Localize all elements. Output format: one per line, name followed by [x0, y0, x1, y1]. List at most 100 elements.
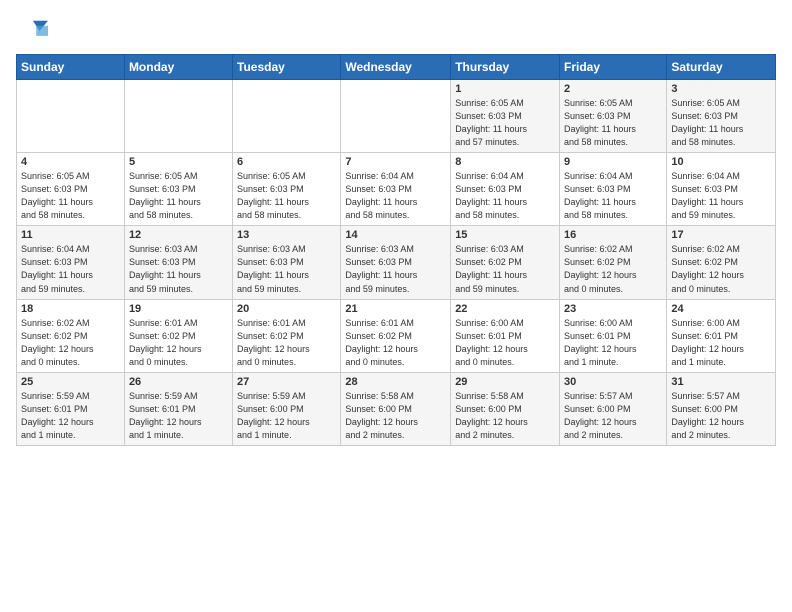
day-number: 15	[455, 229, 555, 241]
week-row-1: 1 Sunrise: 6:05 AM Sunset: 6:03 PM Daylig…	[17, 80, 776, 153]
week-row-3: 11 Sunrise: 6:04 AM Sunset: 6:03 PM Dayli…	[17, 226, 776, 299]
calendar-cell: 13 Sunrise: 6:03 AM Sunset: 6:03 PM Dayli…	[233, 226, 341, 299]
day-number: 21	[345, 303, 446, 315]
day-number: 4	[21, 156, 120, 168]
day-number: 19	[129, 303, 228, 315]
weekday-header-monday: Monday	[124, 55, 232, 80]
calendar-cell: 9 Sunrise: 6:04 AM Sunset: 6:03 PM Daylig…	[560, 153, 667, 226]
weekday-header-row: SundayMondayTuesdayWednesdayThursdayFrid…	[17, 55, 776, 80]
day-info: Sunrise: 5:59 AM Sunset: 6:01 PM Dayligh…	[129, 390, 228, 442]
day-number: 20	[237, 303, 336, 315]
day-info: Sunrise: 6:01 AM Sunset: 6:02 PM Dayligh…	[129, 317, 228, 369]
day-info: Sunrise: 6:05 AM Sunset: 6:03 PM Dayligh…	[21, 170, 120, 222]
day-info: Sunrise: 6:04 AM Sunset: 6:03 PM Dayligh…	[564, 170, 662, 222]
day-info: Sunrise: 6:05 AM Sunset: 6:03 PM Dayligh…	[671, 97, 771, 149]
day-number: 1	[455, 83, 555, 95]
calendar-cell: 29 Sunrise: 5:58 AM Sunset: 6:00 PM Dayli…	[451, 372, 560, 445]
day-number: 9	[564, 156, 662, 168]
calendar-table: SundayMondayTuesdayWednesdayThursdayFrid…	[16, 54, 776, 446]
day-info: Sunrise: 6:04 AM Sunset: 6:03 PM Dayligh…	[455, 170, 555, 222]
week-row-5: 25 Sunrise: 5:59 AM Sunset: 6:01 PM Dayli…	[17, 372, 776, 445]
day-info: Sunrise: 6:03 AM Sunset: 6:03 PM Dayligh…	[237, 243, 336, 295]
calendar-cell: 6Sunrise: 6:05 AM Sunset: 6:03 PM Daylig…	[233, 153, 341, 226]
day-info: Sunrise: 6:05 AM Sunset: 6:03 PM Dayligh…	[455, 97, 555, 149]
logo	[16, 16, 52, 44]
page: SundayMondayTuesdayWednesdayThursdayFrid…	[0, 0, 792, 612]
calendar-cell: 1 Sunrise: 6:05 AM Sunset: 6:03 PM Daylig…	[451, 80, 560, 153]
weekday-header-thursday: Thursday	[451, 55, 560, 80]
logo-icon	[16, 16, 48, 44]
day-info: Sunrise: 6:03 AM Sunset: 6:03 PM Dayligh…	[129, 243, 228, 295]
day-number: 28	[345, 376, 446, 388]
calendar-cell: 21 Sunrise: 6:01 AM Sunset: 6:02 PM Dayli…	[341, 299, 451, 372]
calendar-cell: 15 Sunrise: 6:03 AM Sunset: 6:02 PM Dayli…	[451, 226, 560, 299]
day-number: 29	[455, 376, 555, 388]
day-number: 22	[455, 303, 555, 315]
day-number: 25	[21, 376, 120, 388]
weekday-header-wednesday: Wednesday	[341, 55, 451, 80]
calendar-cell: 7 Sunrise: 6:04 AM Sunset: 6:03 PM Daylig…	[341, 153, 451, 226]
calendar-cell	[124, 80, 232, 153]
day-info: Sunrise: 6:05 AM Sunset: 6:03 PM Dayligh…	[129, 170, 228, 222]
calendar-cell: 27Sunrise: 5:59 AM Sunset: 6:00 PM Dayli…	[233, 372, 341, 445]
day-info: Sunrise: 6:02 AM Sunset: 6:02 PM Dayligh…	[671, 243, 771, 295]
calendar-cell: 24 Sunrise: 6:00 AM Sunset: 6:01 PM Dayli…	[667, 299, 776, 372]
day-info: Sunrise: 6:01 AM Sunset: 6:02 PM Dayligh…	[237, 317, 336, 369]
day-info: Sunrise: 6:01 AM Sunset: 6:02 PM Dayligh…	[345, 317, 446, 369]
calendar-cell: 23 Sunrise: 6:00 AM Sunset: 6:01 PM Dayli…	[560, 299, 667, 372]
day-info: Sunrise: 5:59 AM Sunset: 6:01 PM Dayligh…	[21, 390, 120, 442]
day-info: Sunrise: 6:04 AM Sunset: 6:03 PM Dayligh…	[671, 170, 771, 222]
day-number: 6	[237, 156, 336, 168]
calendar-cell: 17Sunrise: 6:02 AM Sunset: 6:02 PM Dayli…	[667, 226, 776, 299]
calendar-cell: 4 Sunrise: 6:05 AM Sunset: 6:03 PM Daylig…	[17, 153, 125, 226]
day-info: Sunrise: 5:59 AM Sunset: 6:00 PM Dayligh…	[237, 390, 336, 442]
day-number: 3	[671, 83, 771, 95]
day-number: 24	[671, 303, 771, 315]
weekday-header-saturday: Saturday	[667, 55, 776, 80]
calendar-cell: 14 Sunrise: 6:03 AM Sunset: 6:03 PM Dayli…	[341, 226, 451, 299]
day-number: 14	[345, 229, 446, 241]
day-number: 8	[455, 156, 555, 168]
calendar-cell: 12Sunrise: 6:03 AM Sunset: 6:03 PM Dayli…	[124, 226, 232, 299]
day-info: Sunrise: 6:00 AM Sunset: 6:01 PM Dayligh…	[564, 317, 662, 369]
week-row-2: 4 Sunrise: 6:05 AM Sunset: 6:03 PM Daylig…	[17, 153, 776, 226]
calendar-cell: 19 Sunrise: 6:01 AM Sunset: 6:02 PM Dayli…	[124, 299, 232, 372]
day-number: 30	[564, 376, 662, 388]
day-info: Sunrise: 6:04 AM Sunset: 6:03 PM Dayligh…	[21, 243, 120, 295]
calendar-cell: 3 Sunrise: 6:05 AM Sunset: 6:03 PM Daylig…	[667, 80, 776, 153]
calendar-cell: 18Sunrise: 6:02 AM Sunset: 6:02 PM Dayli…	[17, 299, 125, 372]
calendar-cell: 26Sunrise: 5:59 AM Sunset: 6:01 PM Dayli…	[124, 372, 232, 445]
day-number: 10	[671, 156, 771, 168]
calendar-cell: 31 Sunrise: 5:57 AM Sunset: 6:00 PM Dayli…	[667, 372, 776, 445]
calendar-cell: 5 Sunrise: 6:05 AM Sunset: 6:03 PM Daylig…	[124, 153, 232, 226]
week-row-4: 18Sunrise: 6:02 AM Sunset: 6:02 PM Dayli…	[17, 299, 776, 372]
calendar-cell: 11 Sunrise: 6:04 AM Sunset: 6:03 PM Dayli…	[17, 226, 125, 299]
calendar-cell: 22Sunrise: 6:00 AM Sunset: 6:01 PM Dayli…	[451, 299, 560, 372]
day-number: 11	[21, 229, 120, 241]
calendar-cell: 16Sunrise: 6:02 AM Sunset: 6:02 PM Dayli…	[560, 226, 667, 299]
weekday-header-tuesday: Tuesday	[233, 55, 341, 80]
day-number: 7	[345, 156, 446, 168]
day-info: Sunrise: 5:57 AM Sunset: 6:00 PM Dayligh…	[671, 390, 771, 442]
day-number: 5	[129, 156, 228, 168]
day-number: 18	[21, 303, 120, 315]
calendar-cell: 10 Sunrise: 6:04 AM Sunset: 6:03 PM Dayli…	[667, 153, 776, 226]
header	[16, 16, 776, 44]
day-info: Sunrise: 6:03 AM Sunset: 6:03 PM Dayligh…	[345, 243, 446, 295]
calendar-cell: 20 Sunrise: 6:01 AM Sunset: 6:02 PM Dayli…	[233, 299, 341, 372]
calendar-cell: 8 Sunrise: 6:04 AM Sunset: 6:03 PM Daylig…	[451, 153, 560, 226]
day-info: Sunrise: 6:04 AM Sunset: 6:03 PM Dayligh…	[345, 170, 446, 222]
day-info: Sunrise: 6:03 AM Sunset: 6:02 PM Dayligh…	[455, 243, 555, 295]
day-number: 23	[564, 303, 662, 315]
calendar-cell: 2Sunrise: 6:05 AM Sunset: 6:03 PM Daylig…	[560, 80, 667, 153]
day-info: Sunrise: 5:58 AM Sunset: 6:00 PM Dayligh…	[455, 390, 555, 442]
day-number: 13	[237, 229, 336, 241]
day-info: Sunrise: 6:02 AM Sunset: 6:02 PM Dayligh…	[564, 243, 662, 295]
day-info: Sunrise: 6:05 AM Sunset: 6:03 PM Dayligh…	[564, 97, 662, 149]
day-info: Sunrise: 6:00 AM Sunset: 6:01 PM Dayligh…	[671, 317, 771, 369]
weekday-header-sunday: Sunday	[17, 55, 125, 80]
weekday-header-friday: Friday	[560, 55, 667, 80]
day-number: 31	[671, 376, 771, 388]
calendar-cell	[17, 80, 125, 153]
calendar-cell	[233, 80, 341, 153]
